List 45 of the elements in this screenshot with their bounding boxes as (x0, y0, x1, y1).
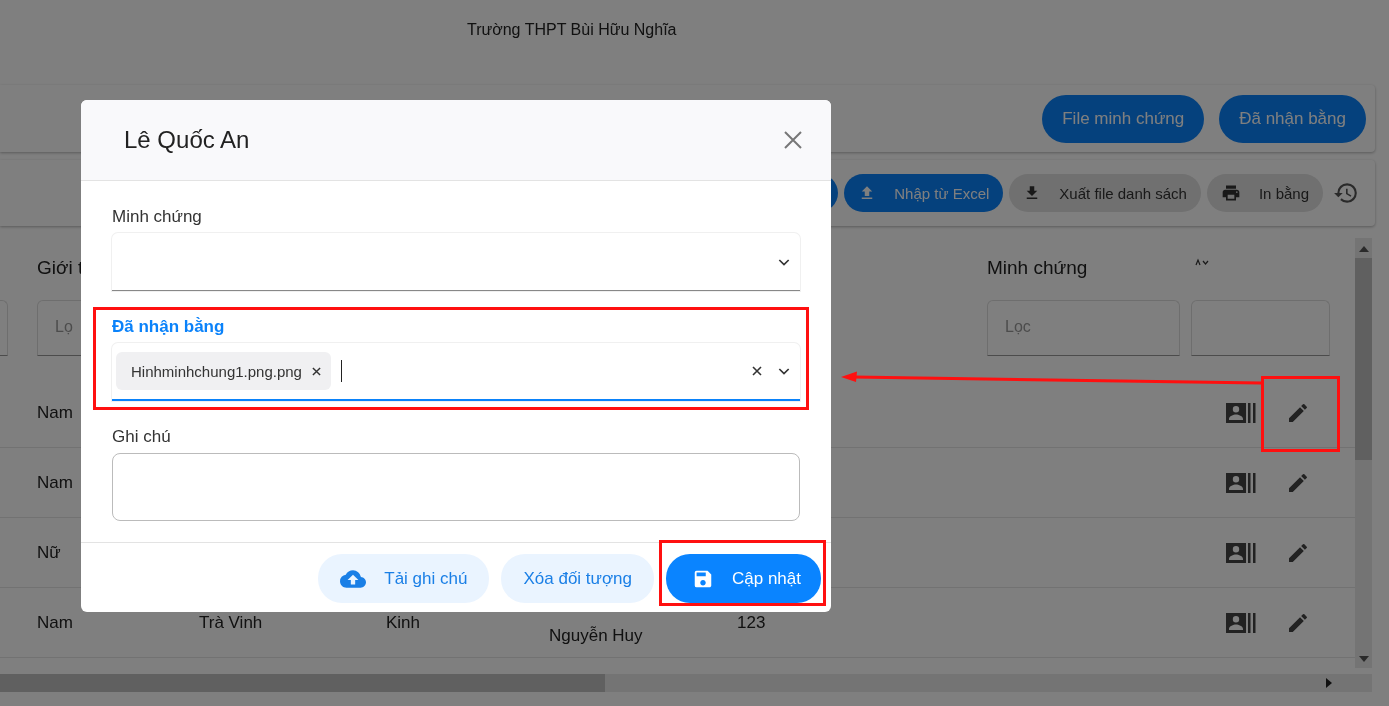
table-cell: Nam (37, 612, 73, 632)
contact-card-icon (1226, 401, 1256, 424)
sort-icon (1195, 258, 1209, 266)
dialog-title: Lê Quốc An (124, 126, 250, 154)
table-cell: Nữ (37, 542, 61, 562)
vertical-scrollbar[interactable] (1355, 238, 1372, 668)
clear-icon (752, 366, 762, 376)
filter-field[interactable] (0, 300, 8, 356)
dialog-button[interactable]: Xóa đối tượng (501, 554, 654, 603)
dialog-button[interactable]: Cập nhật (666, 554, 821, 603)
school-title: Trường THPT Bùi Hữu Nghĩa (467, 21, 677, 40)
table-cell: Kinh (386, 612, 421, 632)
close-icon (311, 366, 321, 376)
toolbar-button[interactable]: Nhập từ Excel (844, 174, 1004, 212)
table-cell: 123 (737, 612, 766, 632)
contact-card-icon (1226, 611, 1256, 634)
field-label: Ghi chú (112, 427, 171, 447)
action-button[interactable]: File minh chứng (1042, 94, 1205, 143)
contact-card-icon (1226, 541, 1256, 564)
table-cell: Nguyễn Huy (549, 625, 643, 645)
scroll-down-icon[interactable] (1358, 656, 1369, 662)
text-cursor (340, 360, 342, 382)
contact-card-icon (1226, 471, 1256, 494)
horizontal-scrollbar[interactable] (0, 674, 1372, 692)
action-button[interactable]: Đã nhận bằng (1219, 94, 1366, 143)
printer-icon (1220, 183, 1241, 203)
close-icon (783, 130, 803, 150)
select-field[interactable] (112, 233, 800, 291)
note-field[interactable] (112, 453, 800, 521)
toolbar-button[interactable]: In bằng (1206, 174, 1323, 212)
dialog-button[interactable]: Tải ghi chú (318, 554, 490, 603)
table-cell: Trà Vinh (199, 612, 263, 632)
filter-field[interactable] (1191, 300, 1330, 356)
table-cell: Nam (37, 472, 73, 492)
field-label: Đã nhận bằng (112, 317, 225, 337)
scroll-up-icon[interactable] (1358, 246, 1369, 252)
file-tag[interactable]: Hinhminhchung1.png.png (116, 352, 331, 390)
field-label: Minh chứng (112, 207, 202, 227)
scroll-right-icon[interactable] (1326, 678, 1332, 688)
column-header: Minh chứng (987, 257, 1089, 279)
toolbar-button[interactable]: Xuất file danh sách (1009, 174, 1201, 212)
tag-select-field[interactable]: Hinhminhchung1.png.png (112, 343, 800, 401)
history-icon (1333, 180, 1359, 206)
table-cell: Nam (37, 402, 73, 422)
close-button[interactable] (783, 130, 803, 150)
